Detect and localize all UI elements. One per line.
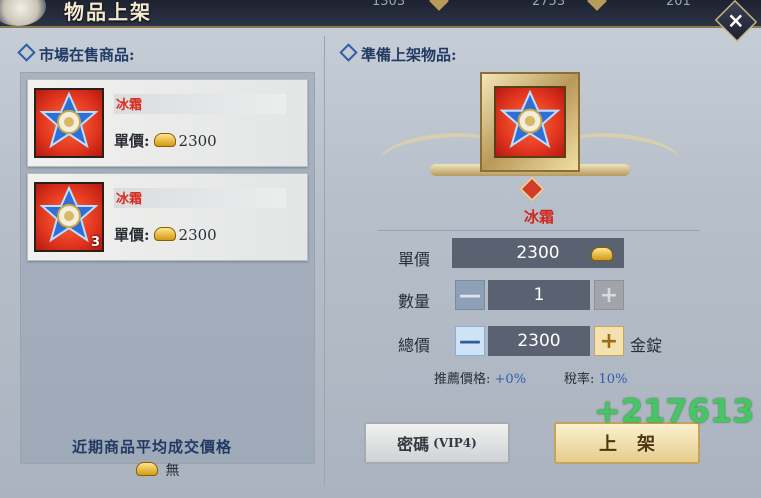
market-item[interactable]: 3 冰霜 單價: 2300 [27, 173, 308, 261]
selected-item-name: 冰霜 [523, 208, 554, 226]
red-gem-icon [519, 176, 545, 202]
quantity-label: 數量 [398, 292, 431, 311]
diamond-bullet-icon [339, 43, 358, 62]
item-price: 單價: 2300 [114, 132, 217, 150]
quantity-input[interactable]: 1 [488, 280, 590, 310]
item-price: 單價: 2300 [114, 226, 217, 244]
listing-form-panel: 準備上架物品: 冰霜 單價 2300 數量 — 1 + 總價 — 2300 + … [328, 36, 750, 488]
diamond-icon [429, 0, 449, 11]
currency-label: 金錠 [630, 336, 663, 355]
ice-frost-star-icon [34, 88, 104, 158]
window-title: 物品上架 [64, 0, 152, 24]
title-bar: 物品上架 1303 2753 201 [0, 0, 761, 28]
divider-line [378, 230, 700, 231]
plus-icon: + [599, 282, 619, 308]
diamond-bullet-icon [17, 43, 36, 62]
ice-frost-star-icon [499, 89, 561, 149]
unit-price-input[interactable]: 2300 [452, 238, 624, 268]
tax-rate: 稅率: 10% [564, 372, 628, 387]
unit-price-label: 單價 [398, 250, 431, 269]
market-item[interactable]: 冰霜 單價: 2300 [27, 79, 308, 167]
gold-ingot-icon [153, 227, 176, 241]
total-decrease-button[interactable]: — [455, 326, 485, 356]
close-icon: × [727, 8, 745, 33]
recommended-price: 推薦價格: +0% [434, 372, 527, 387]
quantity-increase-button[interactable]: + [594, 280, 624, 310]
item-quantity-badge: 3 [90, 235, 100, 250]
item-name: 冰霜 [114, 94, 286, 114]
selected-item-frame[interactable] [480, 72, 580, 172]
prepare-section-heading: 準備上架物品: [339, 43, 457, 65]
total-increase-button[interactable]: + [594, 326, 624, 356]
market-item-list[interactable]: 冰霜 單價: 2300 3 冰霜 單價: 2300 [20, 72, 315, 464]
title-emblem-icon [0, 0, 46, 26]
gold-ingot-icon [153, 133, 176, 147]
diamond-icon [587, 0, 607, 11]
top-stat: 201 [666, 0, 691, 9]
total-price-label: 總價 [398, 336, 431, 355]
market-listing-panel: 市場在售商品: 冰霜 單價: 2300 3 冰霜 單價: 2300 近期商品平均… [14, 36, 321, 488]
ice-frost-star-icon [494, 86, 566, 158]
avg-price-value: 無 [132, 460, 179, 480]
gold-ingot-icon [591, 247, 613, 261]
window: 物品上架 1303 2753 201 × 市場在售商品: 冰霜 單價: 2300… [0, 0, 761, 498]
top-stat: 2753 [532, 0, 566, 9]
password-button[interactable]: 密碼 (VIP4) [364, 422, 510, 464]
item-name: 冰霜 [114, 188, 286, 208]
gold-ingot-icon [136, 462, 158, 476]
ice-frost-star-icon [39, 91, 99, 149]
avg-price-label: 近期商品平均成交價格 [72, 438, 233, 456]
panel-divider [324, 36, 325, 486]
list-item-button[interactable]: 上架 [554, 422, 700, 464]
total-price-input[interactable]: 2300 [488, 326, 590, 356]
top-stat: 1303 [372, 0, 406, 9]
quantity-decrease-button[interactable]: — [455, 280, 485, 310]
minus-icon: — [459, 328, 481, 354]
market-section-heading: 市場在售商品: [17, 43, 135, 65]
ice-frost-star-icon: 3 [34, 182, 104, 252]
minus-icon: — [459, 282, 481, 308]
plus-icon: + [599, 328, 619, 354]
